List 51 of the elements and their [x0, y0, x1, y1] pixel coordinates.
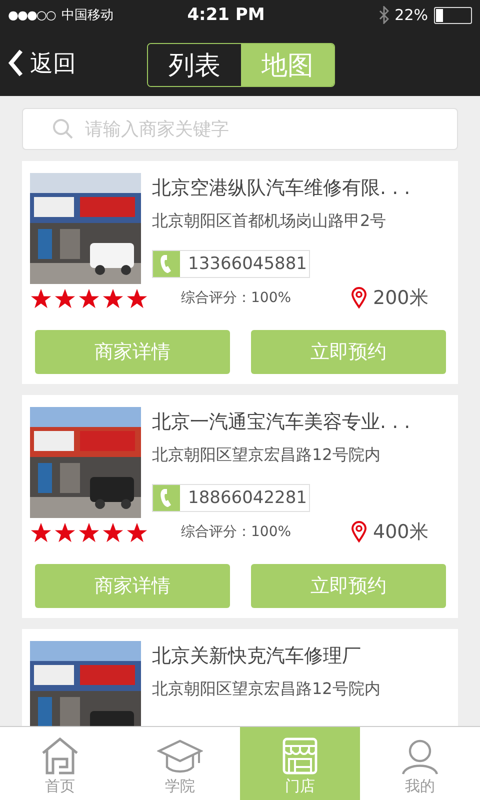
shop-address: 北京朝阳区首都机场岗山路甲2号 [152, 211, 388, 232]
star-icon [54, 522, 76, 542]
battery-icon [434, 6, 472, 24]
graduation-cap-icon [157, 739, 203, 775]
distance: 200米 [373, 286, 428, 311]
house-icon [40, 737, 80, 775]
bluetooth-icon [378, 6, 389, 24]
location-pin-icon [351, 287, 367, 309]
shop-address: 北京朝阳区望京宏昌路12号院内 [152, 679, 380, 700]
shop-card[interactable]: 北京一汽通宝汽车美容专业. . . 北京朝阳区望京宏昌路12号院内 18866042281 综合评分：100% 400米 商家详情 立即预约 [22, 395, 458, 618]
action-button[interactable]: 商家详情 [35, 330, 230, 374]
status-time: 4:21 PM [186, 5, 266, 25]
tab-bar-item[interactable]: 门店 [240, 727, 360, 800]
phone-icon [153, 485, 180, 511]
phone-number: 13366045881 [187, 253, 307, 276]
distance: 400米 [373, 520, 428, 545]
battery-percent: 22% [394, 6, 428, 24]
phone-icon [153, 251, 180, 277]
search-icon [52, 118, 74, 140]
shop-card[interactable]: 北京空港纵队汽车维修有限. . . 北京朝阳区首都机场岗山路甲2号 13366045881 综合评分：100% 200米 商家详情 立即预约 [22, 161, 458, 384]
location-pin-icon [351, 521, 367, 543]
rating-score: 综合评分：100% [181, 289, 292, 307]
star-icon [78, 522, 100, 542]
back-label: 返回 [30, 50, 76, 78]
back-button[interactable]: 返回 [8, 48, 76, 78]
back-chevron-icon [8, 48, 24, 78]
star-icon [102, 288, 124, 308]
star-icon [126, 522, 148, 542]
action-button[interactable]: 立即预约 [251, 564, 446, 608]
storefront-icon [282, 737, 318, 775]
phone-field[interactable]: 13366045881 [152, 250, 310, 278]
star-icon [126, 288, 148, 308]
star-icon [30, 288, 52, 308]
carrier-name: 中国移动 [61, 7, 114, 24]
phone-number: 18866042281 [187, 487, 307, 510]
shop-name: 北京空港纵队汽车维修有限. . . [152, 176, 410, 201]
shop-name: 北京一汽通宝汽车美容专业. . . [152, 410, 410, 435]
star-icon [102, 522, 124, 542]
action-button[interactable]: 商家详情 [35, 564, 230, 608]
shop-address: 北京朝阳区望京宏昌路12号院内 [152, 445, 382, 466]
view-tab[interactable]: 地图 [241, 44, 334, 86]
signal-dots: ●●●○○ [8, 8, 56, 22]
shop-card[interactable]: 北京关新快克汽车修理厂 北京朝阳区望京宏昌路12号院内 [22, 629, 458, 726]
phone-field[interactable]: 18866042281 [152, 484, 310, 512]
action-button[interactable]: 立即预约 [251, 330, 446, 374]
shop-name: 北京关新快克汽车修理厂 [152, 644, 362, 669]
user-icon [401, 739, 439, 775]
rating-score: 综合评分：100% [181, 523, 292, 541]
star-icon [30, 522, 52, 542]
star-icon [54, 288, 76, 308]
star-icon [78, 288, 100, 308]
